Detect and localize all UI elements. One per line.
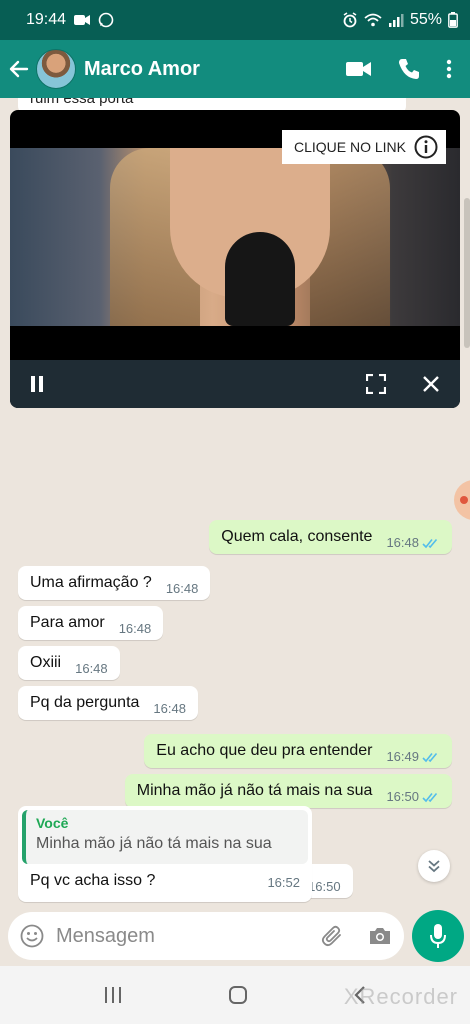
camera-button[interactable]	[368, 926, 392, 946]
recent-apps-button[interactable]	[103, 986, 123, 1004]
pause-icon	[31, 376, 43, 392]
wifi-icon	[364, 13, 382, 27]
alarm-icon	[342, 12, 358, 28]
message-text: Pq da pergunta	[30, 694, 140, 711]
quoted-text: Minha mão já não tá mais na sua	[36, 835, 272, 852]
status-bar: 19:44 55%	[0, 0, 470, 40]
recorder-watermark: XRecorder	[343, 984, 458, 1009]
camera-icon	[370, 928, 390, 944]
voice-message-button[interactable]	[412, 910, 464, 962]
contact-avatar[interactable]	[36, 49, 76, 89]
message-time: 16:48	[165, 581, 199, 596]
back-button[interactable]	[2, 40, 36, 98]
outgoing-message[interactable]: Minha mão já não tá mais na sua 16:50	[124, 774, 452, 808]
more-options-button[interactable]	[446, 59, 452, 79]
message-time: 16:49	[386, 749, 440, 764]
microphone-icon	[430, 924, 446, 948]
reply-time: 16:52	[267, 875, 300, 890]
chat-header: Marco Amor	[0, 40, 470, 98]
message-text: Eu acho que deu pra entender	[156, 742, 373, 759]
read-ticks-icon	[422, 792, 440, 803]
message-input[interactable]	[56, 924, 286, 948]
message-time: 16:48	[118, 621, 152, 636]
close-video-button[interactable]	[422, 375, 440, 393]
fullscreen-button[interactable]	[366, 374, 386, 394]
home-icon	[228, 986, 247, 1004]
double-chevron-down-icon	[428, 860, 440, 873]
fullscreen-icon	[366, 374, 386, 394]
message-time: 16:50	[308, 879, 341, 894]
read-ticks-icon	[422, 752, 440, 763]
video-camera-icon	[346, 62, 371, 76]
incoming-message[interactable]: Oxiii 16:48	[18, 646, 120, 680]
message-time: 16:48	[153, 701, 186, 716]
reply-text: Pq vc acha isso ?	[30, 872, 156, 889]
outgoing-message[interactable]: Quem cala, consente 16:48	[209, 520, 452, 554]
pause-button[interactable]	[30, 376, 44, 392]
outgoing-message[interactable]: Eu acho que deu pra entender 16:49	[144, 734, 452, 768]
scrollbar[interactable]	[464, 198, 470, 348]
message-text: Oxiii	[30, 654, 62, 671]
message-text: Quem cala, consente	[221, 528, 373, 545]
emoji-icon	[20, 924, 44, 948]
phone-icon	[399, 59, 419, 79]
message-time: 16:50	[386, 789, 440, 804]
incoming-message[interactable]: Uma afirmação ? 16:48	[18, 566, 211, 600]
home-button[interactable]	[228, 985, 248, 1005]
scroll-to-bottom-button[interactable]	[418, 850, 450, 882]
reply-message[interactable]: Você Minha mão já não tá mais na sua Pq …	[18, 806, 312, 902]
message-text: Uma afirmação ?	[30, 574, 152, 591]
more-vertical-icon	[446, 59, 452, 79]
battery-icon	[448, 12, 458, 28]
attach-button[interactable]	[320, 924, 344, 948]
incoming-message[interactable]: Para amor 16:48	[18, 606, 164, 640]
status-left: 19:44	[26, 11, 114, 29]
message-input-container	[8, 912, 404, 960]
video-ad-player[interactable]: CLIQUE NO LINK	[10, 110, 460, 408]
read-ticks-icon	[422, 538, 440, 549]
microphone-image	[225, 232, 295, 326]
signal-icon	[388, 13, 404, 27]
message-time: 16:48	[75, 661, 108, 676]
quoted-message[interactable]: Você Minha mão já não tá mais na sua	[22, 810, 308, 864]
video-recording-icon	[74, 14, 91, 26]
message-text: Minha mão já não tá mais na sua	[136, 782, 373, 799]
composer	[0, 908, 470, 964]
voice-call-button[interactable]	[398, 58, 420, 80]
battery-percentage: 55%	[409, 11, 442, 28]
emoji-button[interactable]	[20, 924, 44, 948]
video-call-button[interactable]	[346, 60, 372, 78]
whatsapp-notification-icon	[98, 12, 114, 28]
header-actions	[346, 58, 470, 80]
paperclip-icon	[321, 925, 341, 947]
quoted-author: Você	[36, 815, 69, 831]
incoming-message[interactable]: Pq da pergunta 16:48	[18, 686, 198, 720]
arrow-left-icon	[9, 60, 29, 78]
cta-label: CLIQUE NO LINK	[293, 139, 406, 155]
contact-name[interactable]: Marco Amor	[84, 58, 200, 81]
status-right: 55%	[342, 11, 458, 29]
close-icon	[423, 376, 439, 392]
chat-area[interactable]: ruim essa porta CLIQUE NO LINK Quem cala…	[0, 98, 470, 908]
floating-recorder-handle[interactable]	[454, 480, 470, 520]
message-text: Para amor	[30, 614, 105, 631]
video-controls	[10, 360, 460, 408]
cut-off-message-text: ruim essa porta	[30, 98, 134, 107]
message-time: 16:48	[386, 535, 440, 550]
info-icon	[414, 135, 438, 159]
cta-link-button[interactable]: CLIQUE NO LINK	[281, 130, 446, 164]
video-frame	[10, 148, 460, 326]
recent-apps-icon	[104, 987, 121, 1003]
status-time: 19:44	[26, 11, 67, 28]
